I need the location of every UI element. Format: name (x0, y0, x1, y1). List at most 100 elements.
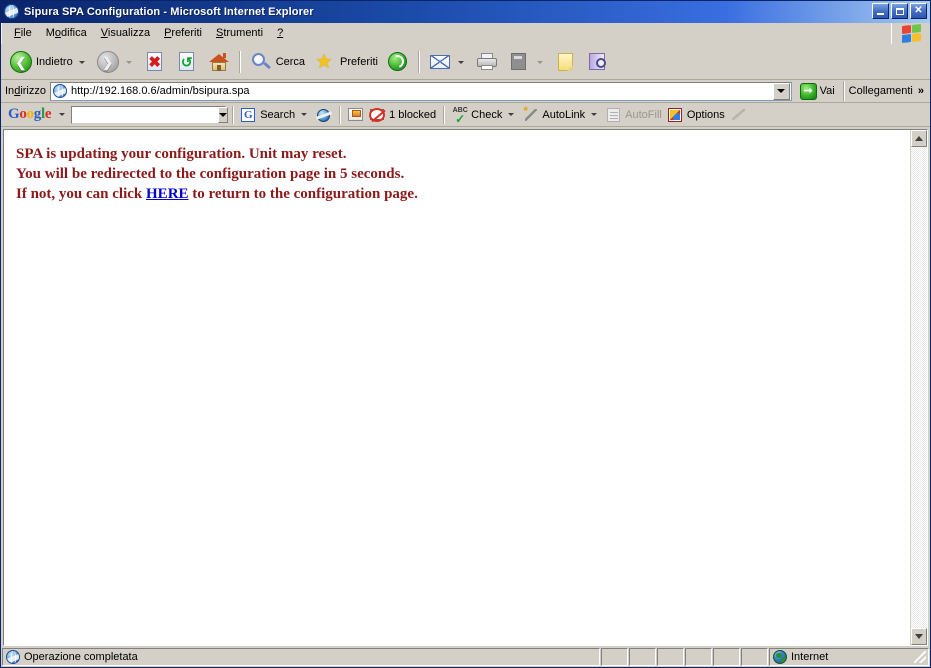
page-content: SPA is updating your configuration. Unit… (4, 130, 910, 645)
back-label: Indietro (36, 56, 73, 68)
research-button[interactable] (582, 47, 614, 77)
internet-zone-globe-icon (773, 650, 787, 664)
forward-button[interactable]: ❯ (92, 47, 139, 77)
printer-icon (475, 50, 499, 74)
favorites-button[interactable]: ★ Preferiti (309, 47, 382, 77)
status-panel-3 (657, 648, 684, 666)
media-button[interactable] (382, 47, 414, 77)
options-button[interactable]: Options (665, 105, 728, 124)
autofill-icon (606, 107, 622, 123)
check-dropdown-icon[interactable] (508, 113, 515, 116)
popup-blocker-button[interactable] (345, 105, 367, 124)
address-url-text: http://192.168.0.6/admin/bsipura.spa (70, 85, 250, 97)
autolink-button[interactable]: AutoLink (520, 104, 603, 124)
close-icon: ✕ (914, 5, 923, 16)
resize-grip[interactable] (914, 651, 926, 663)
google-search-history-button[interactable] (218, 106, 229, 123)
links-label: Collegamenti (848, 85, 913, 97)
home-button[interactable] (203, 47, 235, 77)
status-message-panel: Operazione completata (2, 648, 600, 666)
google-search-dropdown-icon[interactable] (301, 113, 308, 116)
security-zone-panel[interactable]: Internet (769, 648, 929, 666)
google-search-box[interactable] (71, 105, 229, 124)
scroll-up-button[interactable] (911, 130, 927, 147)
media-icon (386, 50, 410, 74)
home-icon (207, 50, 231, 74)
go-arrow-icon: ➞ (799, 82, 817, 100)
close-button[interactable]: ✕ (910, 3, 927, 19)
google-logo-button[interactable]: Google (5, 105, 71, 124)
notes-icon (554, 50, 578, 74)
spellcheck-button[interactable]: ABC ✓ Check (449, 105, 520, 125)
menu-item-visualizza[interactable]: Visualizza (94, 25, 157, 42)
scroll-down-button[interactable] (911, 628, 927, 645)
edit-dropdown-icon[interactable] (536, 60, 543, 64)
magic-wand-icon (523, 104, 539, 123)
edit-button[interactable] (503, 47, 550, 77)
minimize-button[interactable] (872, 3, 889, 19)
status-message-line-2: You will be redirected to the configurat… (16, 166, 405, 182)
globe-icon (316, 107, 332, 123)
title-bar: Sipura SPA Configuration - Microsoft Int… (1, 1, 930, 23)
menu-item-file[interactable]: File (7, 25, 39, 42)
google-search-button[interactable]: G Search (238, 105, 313, 124)
chevron-double-right-icon[interactable]: » (918, 85, 924, 97)
google-toolbar: Google G Search 1 blocked ABC ✓ Check * … (1, 103, 930, 127)
status-message-text: Operazione completata (24, 651, 138, 663)
star-icon: ★ (315, 51, 333, 73)
back-button[interactable]: ❮ Indietro (5, 47, 92, 77)
toolbar-separator-2 (417, 51, 420, 73)
go-label: Vai (819, 85, 835, 97)
mail-dropdown-icon[interactable] (457, 60, 464, 64)
menu-item-help[interactable]: ? (270, 25, 290, 42)
menu-items: File Modifica Visualizza Preferiti Strum… (1, 23, 891, 44)
stop-button[interactable]: ✖ (139, 47, 171, 77)
scroll-up-arrow-icon (915, 136, 923, 141)
links-button[interactable]: Collegamenti » (849, 85, 928, 97)
here-link[interactable]: HERE (146, 186, 189, 202)
status-message-line-1: SPA is updating your configuration. Unit… (16, 146, 347, 162)
forward-dropdown-icon[interactable] (125, 60, 132, 64)
toolbar-separator (238, 51, 241, 73)
ie-globe-icon (6, 650, 20, 664)
menu-item-modifica[interactable]: Modifica (39, 25, 94, 42)
mail-button[interactable] (424, 47, 471, 77)
browser-window: Sipura SPA Configuration - Microsoft Int… (0, 0, 931, 668)
google-logo-dropdown-icon[interactable] (59, 113, 66, 116)
scrollbar-track[interactable] (911, 147, 927, 628)
status-message-line-3: If not, you can click HERE to return to … (16, 184, 910, 204)
google-logo: Google (8, 106, 52, 122)
back-dropdown-icon[interactable] (78, 60, 85, 64)
security-zone-label: Internet (791, 651, 829, 663)
window-controls: ✕ (872, 3, 927, 19)
blocked-count-button[interactable]: 1 blocked (367, 105, 439, 124)
highlighter-icon (731, 107, 747, 123)
status-panel-2 (629, 648, 656, 666)
ie-globe-icon (4, 4, 20, 20)
menu-item-strumenti[interactable]: Strumenti (209, 25, 270, 42)
maximize-button[interactable] (891, 3, 908, 19)
google-search-input[interactable] (72, 106, 219, 123)
google-g-icon: G (241, 107, 257, 123)
go-button[interactable]: ➞ Vai (796, 81, 839, 101)
status-panel-4 (685, 648, 712, 666)
address-dropdown-button[interactable] (772, 82, 790, 100)
menu-item-preferiti[interactable]: Preferiti (157, 25, 209, 42)
autolink-dropdown-icon[interactable] (591, 113, 598, 116)
refresh-button[interactable]: ↺ (171, 47, 203, 77)
address-input[interactable]: http://192.168.0.6/admin/bsipura.spa (49, 81, 792, 101)
mail-icon (428, 50, 452, 74)
refresh-icon: ↺ (175, 50, 199, 74)
vertical-scrollbar[interactable] (910, 130, 927, 645)
favorites-label: Preferiti (340, 56, 378, 68)
google-globe-button[interactable] (313, 105, 335, 124)
popup-blocker-icon (348, 107, 364, 123)
blocked-popup-icon (369, 107, 386, 123)
google-search-label: Search (260, 108, 296, 121)
forward-arrow-icon: ❯ (96, 50, 120, 74)
standard-toolbar: ❮ Indietro ❯ ✖ ↺ Cerca ★ Preferiti (1, 45, 930, 80)
status-bar: Operazione completata Internet (1, 646, 930, 667)
search-button[interactable]: Cerca (245, 47, 309, 77)
print-button[interactable] (471, 47, 503, 77)
notes-button[interactable] (550, 47, 582, 77)
